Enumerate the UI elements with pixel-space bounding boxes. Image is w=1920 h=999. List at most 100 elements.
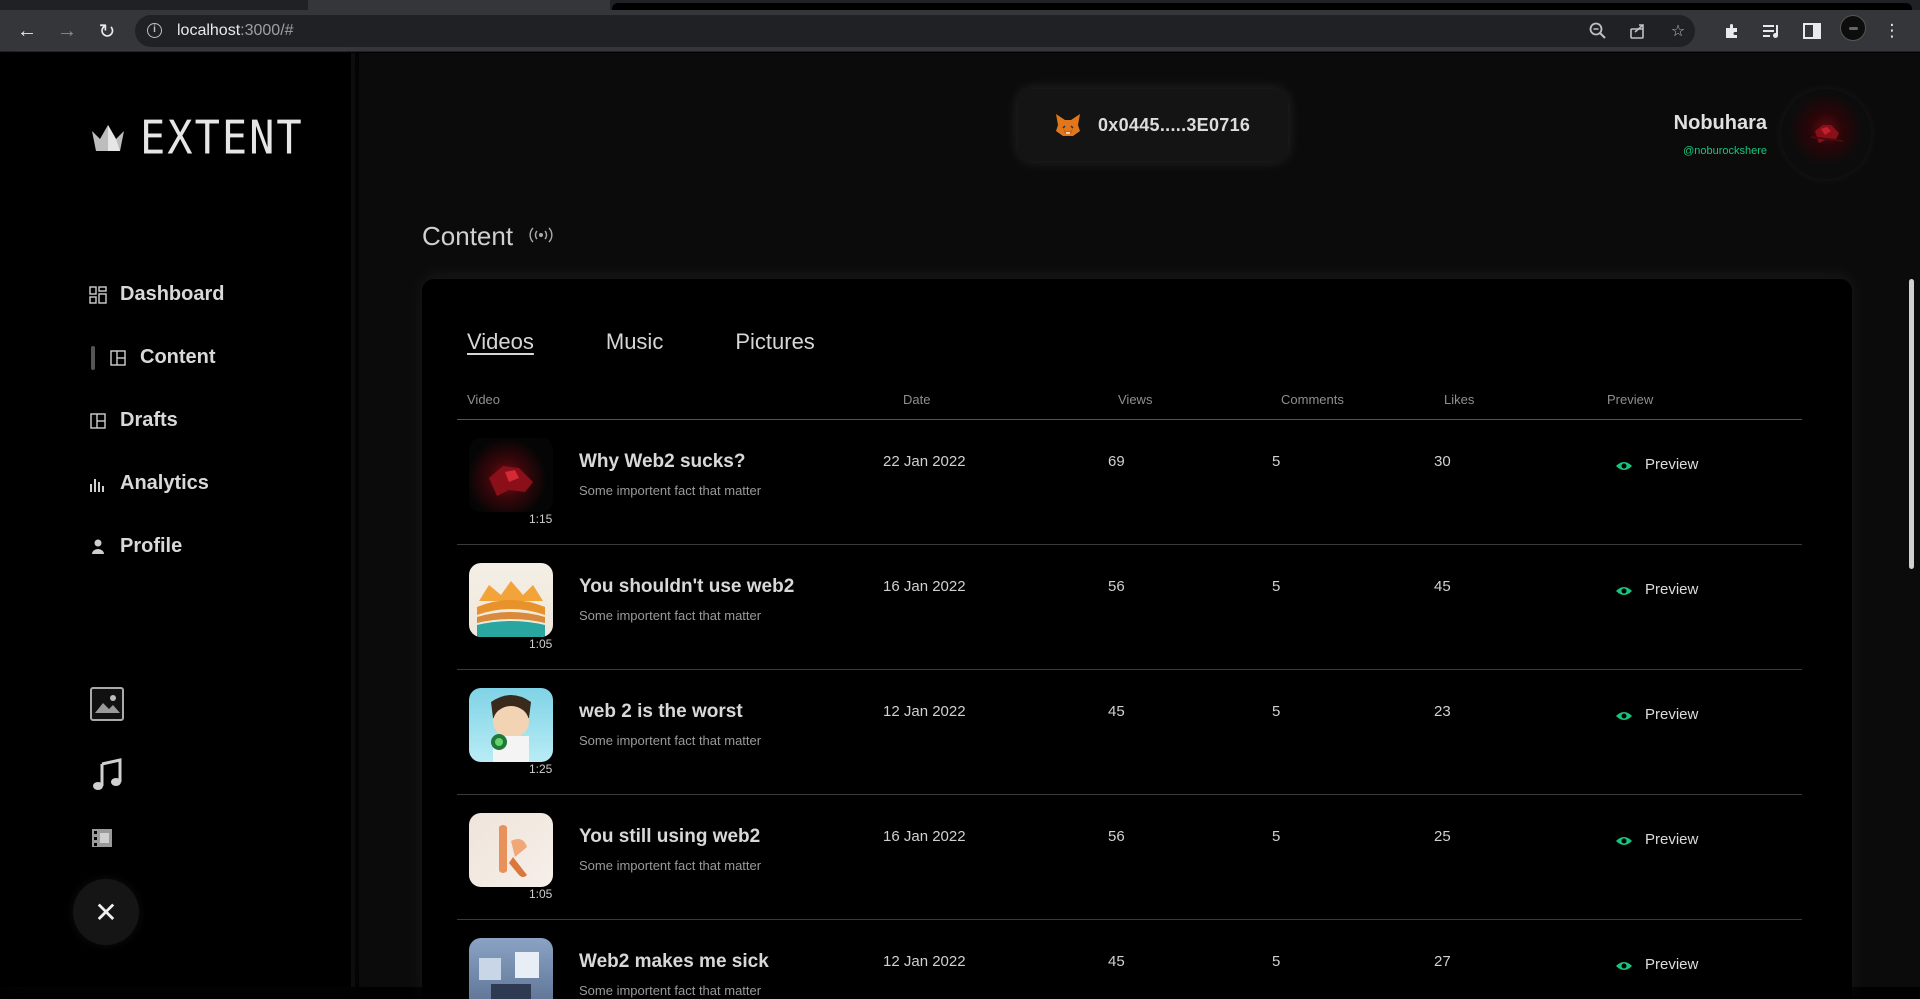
preview-button[interactable]: Preview <box>1615 831 1698 848</box>
image-media-icon[interactable] <box>90 687 124 721</box>
metamask-fox-icon <box>1054 112 1082 138</box>
side-panel-icon[interactable] <box>1800 19 1824 43</box>
sidebar-item-analytics[interactable]: Analytics <box>88 452 224 515</box>
column-header-preview: Preview <box>1607 392 1654 407</box>
table-row[interactable]: 1:05 You shouldn't use web2 Some importe… <box>457 544 1802 669</box>
preview-button[interactable]: Preview <box>1615 706 1698 723</box>
sidebar-item-label: Dashboard <box>120 283 225 305</box>
browser-tab[interactable] <box>308 0 610 10</box>
video-likes: 27 <box>1434 953 1451 970</box>
preview-button[interactable]: Preview <box>1615 581 1698 598</box>
zoom-icon[interactable] <box>1588 21 1608 41</box>
column-header-video: Video <box>467 392 501 407</box>
sidebar-item-label: Drafts <box>120 409 178 431</box>
table-row[interactable]: 1:25 web 2 is the worst Some importent f… <box>457 669 1802 794</box>
eye-icon <box>1615 959 1633 971</box>
crown-icon <box>90 121 126 155</box>
browser-toolbar: ← → ↻ i localhost:3000/# ☆ ⋮ <box>0 10 1920 52</box>
sidebar-nav: Dashboard Content Drafts Analytics Profi… <box>88 263 224 578</box>
wallet-address: 0x0445.....3E0716 <box>1098 114 1251 135</box>
sidebar-item-label: Content <box>140 346 216 368</box>
broadcast-icon <box>529 227 553 246</box>
video-thumbnail[interactable] <box>469 938 553 999</box>
tab-videos[interactable]: Videos <box>467 329 534 355</box>
sidebar-item-content[interactable]: Content <box>88 326 224 389</box>
eye-icon <box>1615 584 1633 596</box>
extensions-icon[interactable] <box>1720 19 1744 43</box>
reading-list-icon[interactable] <box>1760 19 1784 43</box>
user-profile[interactable]: Nobuhara @noburockshere <box>1674 89 1871 179</box>
column-header-comments: Comments <box>1281 392 1344 407</box>
video-likes: 45 <box>1434 578 1451 595</box>
logo-wordmark: EXTENT <box>140 110 304 165</box>
video-date: 12 Jan 2022 <box>883 953 966 970</box>
share-icon[interactable] <box>1628 21 1648 41</box>
video-duration: 1:05 <box>529 637 553 651</box>
video-date: 12 Jan 2022 <box>883 703 966 720</box>
sidebar-item-label: Analytics <box>120 472 209 494</box>
layout-icon <box>108 348 128 368</box>
wallet-button[interactable]: 0x0445.....3E0716 <box>1018 89 1288 161</box>
video-table: 1:15 Why Web2 sucks? Some importent fact… <box>457 419 1802 999</box>
page-title: Content <box>422 221 553 252</box>
video-title[interactable]: You shouldn't use web2 <box>579 576 794 598</box>
video-subtitle: Some importent fact that matter <box>579 483 762 498</box>
sidebar-item-label: Profile <box>120 535 183 557</box>
sidebar-item-drafts[interactable]: Drafts <box>88 389 224 452</box>
user-handle: @noburockshere <box>1683 144 1767 157</box>
table-row[interactable]: 1:05 You still using web2 Some importent… <box>457 794 1802 919</box>
preview-label: Preview <box>1645 581 1699 598</box>
preview-button[interactable]: Preview <box>1615 456 1698 473</box>
column-header-likes: Likes <box>1444 392 1475 407</box>
drafts-icon <box>88 411 108 431</box>
video-subtitle: Some importent fact that matter <box>579 733 762 748</box>
back-arrow-icon[interactable]: ← <box>13 17 41 45</box>
video-subtitle: Some importent fact that matter <box>579 983 762 998</box>
sidebar-item-profile[interactable]: Profile <box>88 515 224 578</box>
tab-pictures[interactable]: Pictures <box>735 329 814 355</box>
video-thumbnail[interactable] <box>469 688 553 762</box>
preview-button[interactable]: Preview <box>1615 956 1698 973</box>
main-content: 0x0445.....3E0716 Nobuhara @noburocksher… <box>359 53 1920 999</box>
video-likes: 25 <box>1434 828 1451 845</box>
video-title[interactable]: Web2 makes me sick <box>579 951 769 973</box>
content-tabs: Videos Music Pictures <box>467 329 815 355</box>
address-bar[interactable]: i localhost:3000/# ☆ <box>135 15 1695 47</box>
music-note-icon[interactable] <box>90 758 124 797</box>
eye-icon <box>1615 709 1633 721</box>
bookmark-star-icon[interactable]: ☆ <box>1668 21 1688 41</box>
tab-music[interactable]: Music <box>606 329 663 355</box>
video-subtitle: Some importent fact that matter <box>579 608 762 623</box>
active-indicator <box>91 346 95 370</box>
video-title[interactable]: Why Web2 sucks? <box>579 451 745 473</box>
video-thumbnail[interactable] <box>469 813 553 887</box>
avatar[interactable] <box>1781 89 1871 179</box>
video-title[interactable]: web 2 is the worst <box>579 701 743 723</box>
reload-icon[interactable]: ↻ <box>93 17 121 45</box>
user-icon <box>88 537 108 557</box>
video-likes: 23 <box>1434 703 1451 720</box>
site-info-icon[interactable]: i <box>147 23 162 38</box>
browser-profile-avatar[interactable] <box>1840 15 1866 41</box>
table-row[interactable]: 1:15 Why Web2 sucks? Some importent fact… <box>457 419 1802 544</box>
page-title-text: Content <box>422 221 514 251</box>
video-comments: 5 <box>1272 703 1281 720</box>
sidebar-item-dashboard[interactable]: Dashboard <box>88 263 224 326</box>
video-duration: 1:05 <box>529 887 553 901</box>
video-thumbnail[interactable] <box>469 563 553 637</box>
video-views: 45 <box>1108 953 1125 970</box>
app-logo[interactable]: EXTENT <box>90 110 304 165</box>
close-button[interactable]: ✕ <box>73 879 139 945</box>
video-title[interactable]: You still using web2 <box>579 826 760 848</box>
preview-label: Preview <box>1645 456 1699 473</box>
browser-menu-icon[interactable]: ⋮ <box>1880 19 1904 43</box>
scrollbar-thumb[interactable] <box>1909 279 1914 569</box>
video-film-icon[interactable] <box>90 825 116 856</box>
video-likes: 30 <box>1434 453 1451 470</box>
video-subtitle: Some importent fact that matter <box>579 858 762 873</box>
sidebar: EXTENT Dashboard Content Drafts Analytic… <box>0 53 355 987</box>
video-thumbnail[interactable] <box>469 438 553 512</box>
table-row[interactable]: Web2 makes me sick Some importent fact t… <box>457 919 1802 999</box>
video-date: 16 Jan 2022 <box>883 578 966 595</box>
forward-arrow-icon[interactable]: → <box>53 17 81 45</box>
